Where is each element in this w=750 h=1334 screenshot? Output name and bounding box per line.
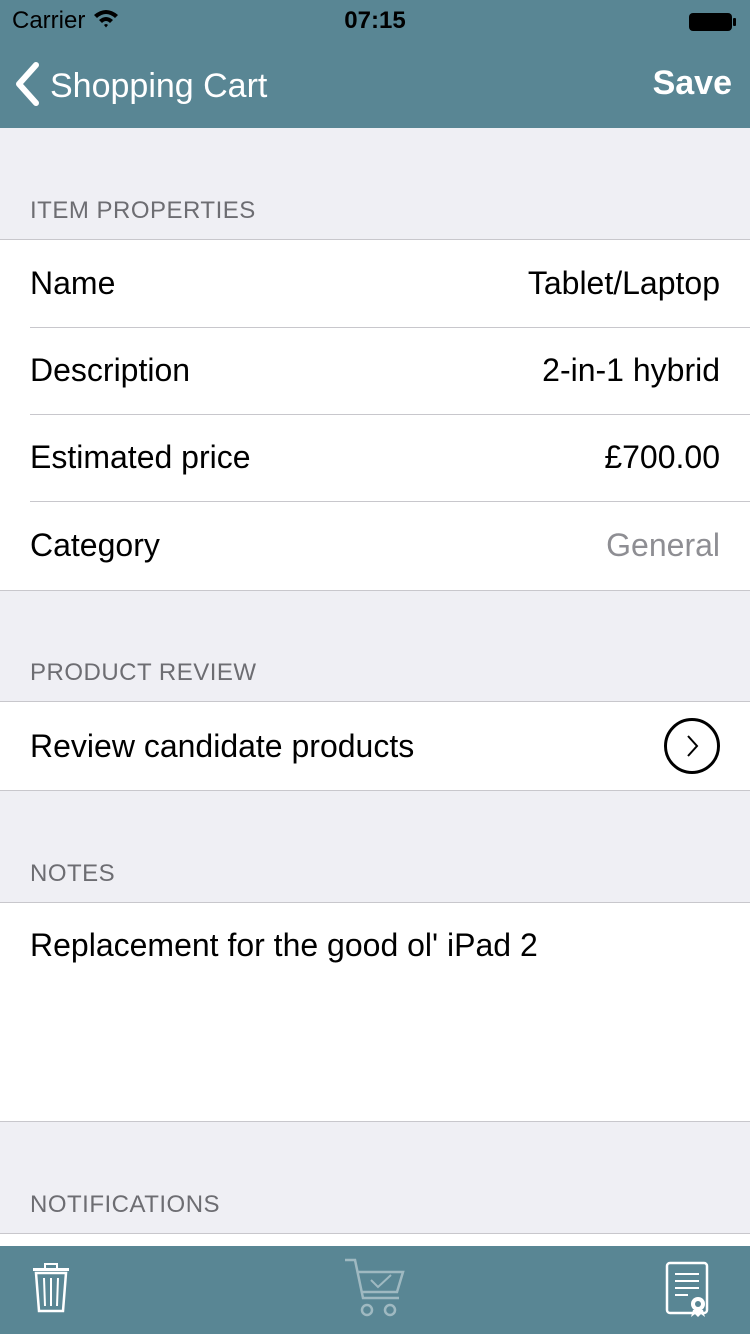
description-row[interactable]: Description 2-in-1 hybrid [0,327,750,414]
name-row[interactable]: Name Tablet/Laptop [0,240,750,327]
trash-icon[interactable] [30,1262,72,1319]
navigation-bar: Shopping Cart Save [0,40,750,128]
back-button-label: Shopping Cart [50,67,268,105]
section-header-notifications: NOTIFICATIONS [30,1191,221,1218]
review-candidate-products-row[interactable]: Review candidate products [0,702,750,790]
description-field[interactable]: 2-in-1 hybrid [542,352,720,389]
description-label: Description [30,352,191,388]
estimated-price-row[interactable]: Estimated price £700.00 [0,414,750,501]
notes-text-area[interactable]: Replacement for the good ol' iPad 2 [0,903,750,1121]
battery-icon [688,12,738,37]
status-time: 07:15 [344,7,406,34]
name-label: Name [30,265,116,301]
save-button[interactable]: Save [653,64,732,103]
top-bar: Carrier 07:15 Shopping Cart Save [0,0,750,128]
chevron-right-circle-icon[interactable] [664,718,720,774]
section-header-item-properties: ITEM PROPERTIES [30,197,256,224]
review-candidate-products-label: Review candidate products [30,727,415,764]
notes-group: Replacement for the good ol' iPad 2 [0,902,750,1122]
name-field[interactable]: Tablet/Laptop [528,265,720,302]
category-label: Category [30,527,160,563]
product-review-group: Review candidate products [0,701,750,791]
cart-check-icon [343,1258,407,1325]
chevron-left-icon [14,62,40,111]
status-bar: Carrier 07:15 [0,0,750,40]
section-header-notes: NOTES [30,860,116,887]
estimated-price-label: Estimated price [30,439,251,475]
certificate-icon[interactable] [664,1260,712,1323]
bottom-toolbar [0,1246,750,1334]
back-button[interactable]: Shopping Cart [14,62,267,111]
item-properties-group: Name Tablet/Laptop Description 2-in-1 hy… [0,239,750,591]
category-row[interactable]: Category General [0,501,750,590]
category-field[interactable]: General [606,527,720,564]
estimated-price-field[interactable]: £700.00 [604,439,720,476]
section-header-product-review: PRODUCT REVIEW [30,659,257,686]
